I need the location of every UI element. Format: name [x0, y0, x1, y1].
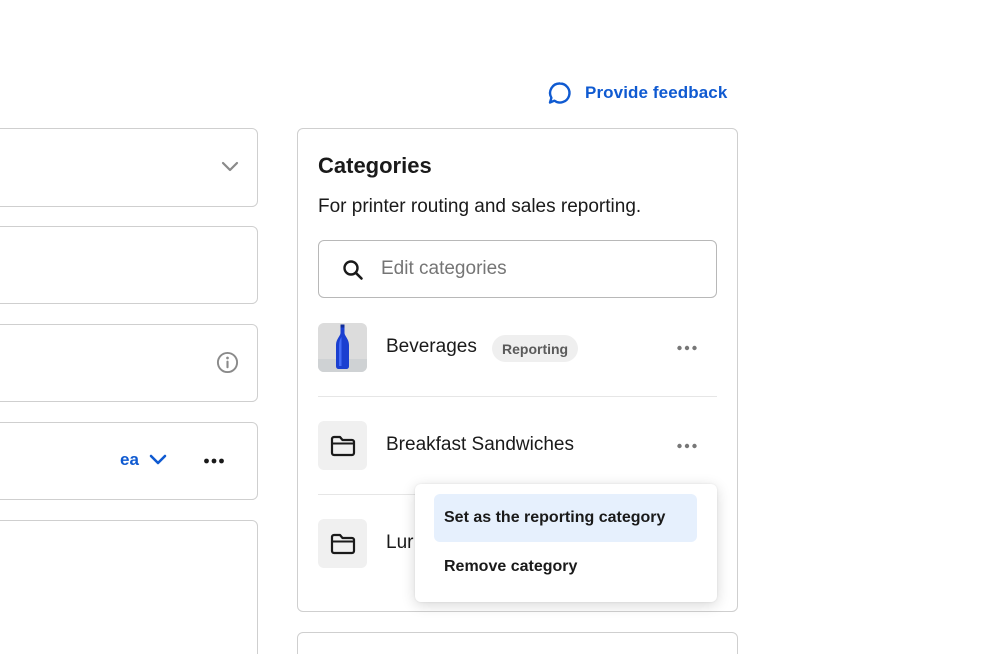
chevron-down-icon: [149, 454, 167, 465]
folder-icon: [318, 421, 367, 470]
next-panel: [297, 632, 738, 654]
speech-bubble-icon: [548, 82, 571, 104]
provide-feedback-link[interactable]: Provide feedback: [547, 79, 727, 107]
category-context-menu: Set as the reporting category Remove cat…: [415, 484, 717, 602]
more-horizontal-icon[interactable]: [676, 342, 698, 354]
edit-categories-search[interactable]: [318, 240, 717, 298]
category-name: Breakfast Sandwiches: [386, 434, 574, 455]
reporting-badge: Reporting: [492, 335, 579, 362]
text-field-box[interactable]: [0, 226, 258, 304]
remove-category-menu-item[interactable]: Remove category: [434, 543, 697, 591]
provide-feedback-label: Provide feedback: [585, 83, 728, 102]
panel-title: Categories: [318, 153, 432, 178]
search-input[interactable]: [381, 241, 701, 297]
chevron-down-icon[interactable]: [221, 160, 239, 174]
category-row-beverages[interactable]: Beverages Reporting: [318, 299, 717, 397]
set-reporting-category-menu-item[interactable]: Set as the reporting category: [434, 494, 697, 542]
category-name: Lur: [386, 532, 414, 553]
category-row-breakfast-sandwiches[interactable]: Breakfast Sandwiches: [318, 397, 717, 495]
more-horizontal-icon[interactable]: [676, 440, 698, 452]
more-horizontal-icon[interactable]: [203, 454, 225, 468]
search-icon: [343, 260, 363, 280]
info-icon[interactable]: [216, 351, 239, 374]
category-name: Beverages: [386, 336, 477, 357]
description-box[interactable]: [0, 520, 258, 654]
unit-label: ea: [120, 450, 139, 469]
folder-icon: [318, 519, 367, 568]
blue-bottle-image: [318, 323, 367, 372]
unit-dropdown[interactable]: ea: [120, 450, 167, 470]
panel-subtitle: For printer routing and sales reporting.: [318, 196, 642, 217]
category-select-box[interactable]: [0, 128, 258, 207]
